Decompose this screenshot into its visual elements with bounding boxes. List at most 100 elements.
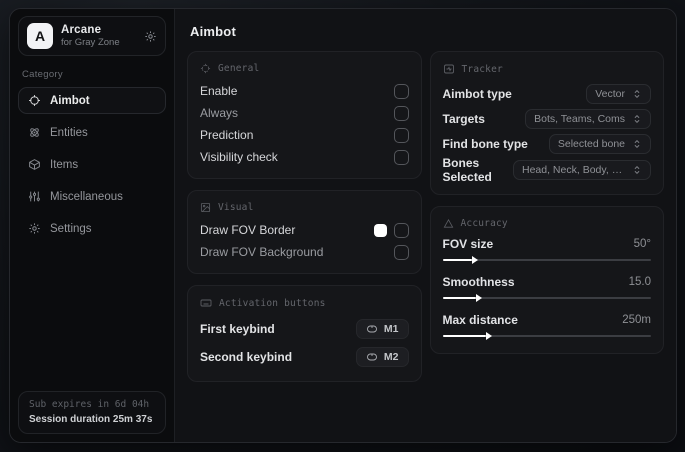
setting-label: Enable bbox=[200, 84, 238, 98]
slider-value: 15.0 bbox=[628, 276, 651, 288]
panel-title: General bbox=[218, 63, 260, 74]
activation-buttons-panel: Activation buttons First keybind M1 Seco… bbox=[187, 285, 422, 382]
slider-fill bbox=[442, 294, 483, 302]
enable-checkbox[interactable] bbox=[393, 83, 409, 99]
brand-card: A Arcane for Gray Zone bbox=[18, 16, 166, 56]
main-content: Aimbot General Enable Always Prediction … bbox=[175, 9, 676, 442]
crosshair-icon bbox=[28, 94, 41, 107]
select-value: Vector bbox=[595, 87, 625, 100]
max-distance-slider-block: Max distance 250m bbox=[442, 311, 651, 343]
app-window: A Arcane for Gray Zone Category Aimbot E… bbox=[9, 8, 677, 443]
image-icon bbox=[200, 202, 211, 213]
setting-row-first-keybind: First keybind M1 bbox=[200, 315, 409, 343]
sidebar-item-aimbot[interactable]: Aimbot bbox=[18, 87, 166, 114]
keyboard-icon bbox=[200, 297, 212, 309]
panel-title: Visual bbox=[218, 202, 254, 213]
setting-label: Find bone type bbox=[442, 136, 528, 151]
prediction-checkbox[interactable] bbox=[393, 127, 409, 143]
setting-row-draw-fov-border: Draw FOV Border bbox=[200, 219, 409, 241]
setting-label: Targets bbox=[442, 111, 485, 126]
sidebar-item-entities[interactable]: Entities bbox=[18, 119, 166, 146]
select-value: Head, Neck, Body, Pe.. bbox=[522, 164, 625, 176]
sidebar-item-label: Settings bbox=[50, 222, 92, 235]
draw-fov-border-checkbox[interactable] bbox=[393, 222, 409, 238]
smoothness-slider-block: Smoothness 15.0 bbox=[442, 273, 651, 305]
brand-name: Arcane bbox=[61, 24, 102, 36]
setting-label: Always bbox=[200, 106, 239, 120]
setting-label: Aimbot type bbox=[442, 86, 512, 101]
setting-row-second-keybind: Second keybind M2 bbox=[200, 343, 409, 371]
panel-title: Activation buttons bbox=[219, 297, 326, 309]
sidebar-item-label: Aimbot bbox=[50, 94, 90, 107]
sidebar-item-settings[interactable]: Settings bbox=[18, 215, 166, 242]
category-label: Category bbox=[22, 69, 63, 80]
sidebar-item-label: Miscellaneous bbox=[50, 190, 123, 203]
brand-subtitle: for Gray Zone bbox=[61, 37, 120, 48]
setting-row-always: Always bbox=[200, 102, 409, 124]
targets-select[interactable]: Bots, Teams, Coms bbox=[525, 108, 651, 129]
visibility-check-checkbox[interactable] bbox=[393, 149, 409, 165]
keybind-value: M2 bbox=[383, 351, 399, 363]
find-bone-type-select[interactable]: Selected bone bbox=[548, 133, 651, 154]
select-value: Selected bone bbox=[557, 137, 625, 150]
chevrons-up-down-icon bbox=[632, 89, 642, 99]
sidebar-item-miscellaneous[interactable]: Miscellaneous bbox=[18, 183, 166, 210]
chevrons-up-down-icon bbox=[632, 165, 642, 175]
chevrons-up-down-icon bbox=[632, 114, 642, 124]
keybind-value: M1 bbox=[383, 323, 399, 335]
setting-label: Draw FOV Border bbox=[200, 223, 296, 237]
package-icon bbox=[28, 158, 41, 171]
first-keybind-button[interactable]: M1 bbox=[355, 319, 409, 339]
session-duration-text: Session duration 25m 37s bbox=[29, 414, 153, 425]
second-keybind-button[interactable]: M2 bbox=[355, 347, 409, 367]
crosshair-icon bbox=[200, 63, 211, 74]
brand-logo: A bbox=[27, 23, 53, 49]
setting-label: Second keybind bbox=[200, 350, 293, 364]
sidebar-item-items[interactable]: Items bbox=[18, 151, 166, 178]
tracker-icon bbox=[443, 63, 455, 75]
setting-label: Draw FOV Background bbox=[200, 245, 324, 259]
mouse-icon bbox=[366, 351, 378, 363]
atom-icon bbox=[28, 126, 41, 139]
setting-row-draw-fov-background: Draw FOV Background bbox=[200, 241, 409, 263]
fov-size-slider[interactable] bbox=[442, 256, 651, 264]
setting-label: Bones Selected bbox=[442, 156, 492, 184]
smoothness-slider[interactable] bbox=[442, 294, 651, 302]
sub-expires-text: Sub expires in 6d 04h bbox=[29, 399, 150, 410]
chevrons-up-down-icon bbox=[632, 139, 642, 149]
sidebar: A Arcane for Gray Zone Category Aimbot E… bbox=[10, 9, 175, 442]
aimbot-type-select[interactable]: Vector bbox=[586, 83, 651, 104]
slider-label: Max distance bbox=[442, 313, 518, 327]
slider-fill bbox=[442, 256, 478, 264]
setting-row-enable: Enable bbox=[200, 80, 409, 102]
subscription-card: Sub expires in 6d 04h Session duration 2… bbox=[18, 391, 166, 434]
select-value: Bots, Teams, Coms bbox=[534, 112, 625, 125]
fov-size-slider-block: FOV size 50° bbox=[442, 235, 651, 267]
bones-selected-select[interactable]: Head, Neck, Body, Pe.. bbox=[513, 160, 651, 180]
tracker-panel: Tracker Aimbot type Vector Targets Bots,… bbox=[429, 51, 664, 195]
panel-title: Tracker bbox=[461, 63, 503, 75]
setting-row-visibility-check: Visibility check bbox=[200, 146, 409, 168]
page-title: Aimbot bbox=[190, 24, 236, 39]
setting-label: Visibility check bbox=[200, 150, 278, 164]
sidebar-item-label: Items bbox=[50, 158, 79, 171]
draw-fov-background-checkbox[interactable] bbox=[393, 244, 409, 260]
max-distance-slider[interactable] bbox=[442, 332, 651, 340]
slider-label: Smoothness bbox=[442, 275, 515, 289]
panel-title: Accuracy bbox=[460, 218, 508, 229]
gear-icon[interactable] bbox=[144, 30, 157, 43]
setting-label: First keybind bbox=[200, 322, 275, 336]
slider-label: FOV size bbox=[442, 237, 494, 251]
setting-label: Prediction bbox=[200, 128, 254, 142]
sidebar-nav: Aimbot Entities Items Miscellaneous Sett… bbox=[18, 87, 166, 242]
gear-icon bbox=[28, 222, 41, 235]
mouse-icon bbox=[366, 323, 378, 335]
always-checkbox[interactable] bbox=[393, 105, 409, 121]
slider-value: 50° bbox=[633, 238, 651, 250]
sidebar-item-label: Entities bbox=[50, 126, 88, 139]
sliders-icon bbox=[28, 190, 41, 203]
fov-border-color-swatch[interactable] bbox=[373, 223, 387, 237]
setting-row-targets: Targets Bots, Teams, Coms bbox=[442, 106, 651, 131]
setting-row-find-bone-type: Find bone type Selected bone bbox=[442, 131, 651, 156]
accuracy-panel: Accuracy FOV size 50° Smoothness 15.0 Ma… bbox=[429, 206, 664, 354]
